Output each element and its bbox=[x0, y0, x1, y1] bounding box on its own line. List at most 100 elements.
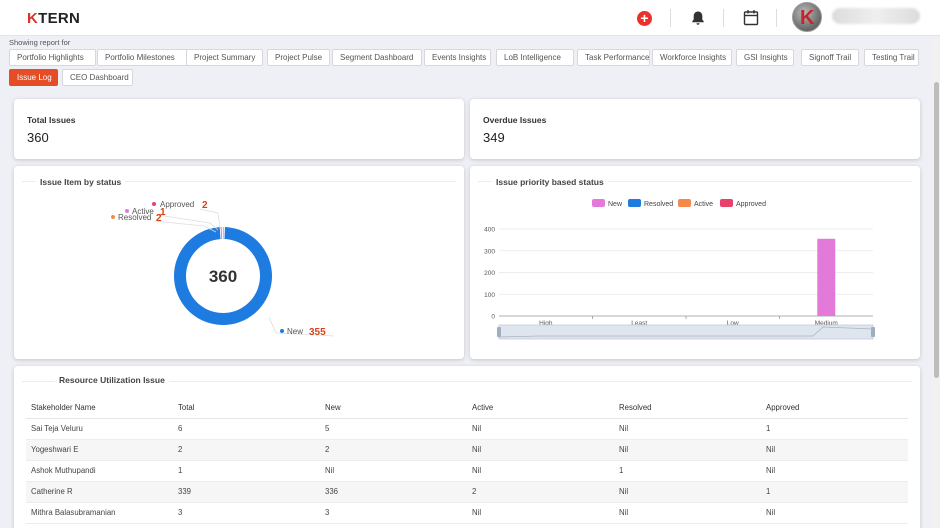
table-cell: Nil bbox=[467, 502, 614, 524]
table-cell: Nil bbox=[761, 460, 908, 482]
legend-dot-new bbox=[280, 329, 284, 333]
avatar[interactable]: K bbox=[792, 2, 822, 32]
divider bbox=[776, 9, 777, 27]
table-cell: Nil bbox=[614, 481, 761, 503]
overdue-issues-value: 349 bbox=[483, 130, 505, 145]
table-cell: 1 bbox=[761, 418, 908, 440]
table-cell: 339 bbox=[173, 481, 320, 503]
table-cell: 2 bbox=[173, 439, 320, 461]
priority-status-title: Issue priority based status bbox=[492, 177, 608, 187]
column-header[interactable]: Stakeholder Name bbox=[26, 397, 173, 419]
total-issues-label: Total Issues bbox=[27, 115, 76, 125]
tab-segment-dashboard[interactable]: Segment Dashboard bbox=[332, 49, 422, 66]
table-cell: Nil bbox=[467, 418, 614, 440]
table-cell: Nil bbox=[467, 439, 614, 461]
table-cell: Nil bbox=[614, 502, 761, 524]
donut-center-value: 360 bbox=[209, 267, 237, 286]
top-bar: KTERN + K bbox=[0, 0, 940, 36]
add-button[interactable]: + bbox=[637, 11, 652, 26]
donut-value-resolved: 2 bbox=[156, 213, 162, 224]
total-issues-card: Total Issues 360 bbox=[14, 99, 464, 159]
bar-new-medium[interactable] bbox=[817, 238, 836, 316]
scrollbar-thumb[interactable] bbox=[934, 82, 939, 378]
priority-status-card: Issue priority based status New Resolved A… bbox=[470, 166, 920, 359]
column-header[interactable]: New bbox=[320, 397, 467, 419]
tab-portfolio-milestones[interactable]: Portfolio Milestones bbox=[97, 49, 188, 66]
table-cell: Catherine R bbox=[26, 481, 173, 503]
y-tick-label: 100 bbox=[484, 292, 495, 299]
divider bbox=[670, 9, 671, 27]
y-tick-label: 400 bbox=[484, 227, 495, 234]
tab-gsi-insights[interactable]: GSI Insights bbox=[736, 49, 794, 66]
y-tick-label: 0 bbox=[491, 314, 495, 321]
table-cell: Nil bbox=[614, 418, 761, 440]
column-header[interactable]: Resolved bbox=[614, 397, 761, 419]
tab-workforce-insights[interactable]: Workforce Insights bbox=[652, 49, 732, 66]
tab-lob-intelligence[interactable]: LoB Intelligence bbox=[496, 49, 574, 66]
donut-slice-approved[interactable] bbox=[220, 227, 222, 240]
donut-value-approved: 2 bbox=[202, 200, 208, 211]
table-cell: Yogeshwari E bbox=[26, 439, 173, 461]
donut-value-new: 355 bbox=[309, 327, 326, 338]
tab-ceo-dashboard[interactable]: CEO Dashboard bbox=[62, 69, 133, 86]
tab-signoff-trail[interactable]: Signoff Trail bbox=[801, 49, 859, 66]
table-cell: Sai Teja Veluru bbox=[26, 418, 173, 440]
tab-issue-log[interactable]: Issue Log bbox=[9, 69, 58, 86]
table-cell: Ashok Muthupandi bbox=[26, 460, 173, 482]
tab-events-insights[interactable]: Events Insights bbox=[424, 49, 491, 66]
table-cell: Nil bbox=[467, 460, 614, 482]
table-row[interactable]: Catherine R 339 336 2 Nil 1 bbox=[26, 481, 908, 503]
table-row[interactable]: Mithra Balasubramanian 3 3 Nil Nil Nil bbox=[26, 502, 908, 524]
table-cell: Nil bbox=[614, 439, 761, 461]
tab-testing-trail[interactable]: Testing Trail bbox=[864, 49, 919, 66]
status-donut-chart: 360New 355Approved 2Active 1Resolved 2 bbox=[111, 200, 335, 338]
bell-icon[interactable] bbox=[690, 10, 706, 26]
label-leader-line bbox=[199, 208, 221, 229]
column-header[interactable]: Approved bbox=[761, 397, 908, 419]
tab-project-summary[interactable]: Project Summary bbox=[186, 49, 263, 66]
resource-utilization-title: Resource Utilization Issue bbox=[55, 375, 169, 385]
ktern-logo[interactable]: KTERN bbox=[27, 10, 80, 27]
table-cell: 6 bbox=[173, 418, 320, 440]
report-label: Showing report for bbox=[9, 38, 71, 47]
calendar-icon[interactable] bbox=[743, 9, 759, 26]
zoom-handle-left[interactable] bbox=[497, 327, 501, 337]
y-tick-label: 200 bbox=[484, 270, 495, 277]
overdue-issues-label: Overdue Issues bbox=[483, 115, 547, 125]
overdue-issues-card: Overdue Issues 349 bbox=[470, 99, 920, 159]
table-cell: Mithra Balasubramanian bbox=[26, 502, 173, 524]
column-header[interactable]: Active bbox=[467, 397, 614, 419]
tab-portfolio-highlights[interactable]: Portfolio Highlights bbox=[9, 49, 96, 66]
table-row[interactable]: Ashok Muthupandi 1 Nil Nil 1 Nil bbox=[26, 460, 908, 482]
legend-dot-resolved bbox=[111, 215, 115, 219]
tab-task-performance[interactable]: Task Performance bbox=[577, 49, 650, 66]
donut-label-resolved: Resolved bbox=[118, 213, 151, 222]
table-cell: 3 bbox=[173, 502, 320, 524]
table-cell: Nil bbox=[761, 439, 908, 461]
table-cell: 2 bbox=[320, 439, 467, 461]
donut-label-new: New bbox=[287, 327, 303, 336]
issue-status-title: Issue Item by status bbox=[36, 177, 126, 187]
priority-bar-chart: 0100200300400High Least Low Medium bbox=[484, 227, 875, 340]
table-cell: 1 bbox=[614, 460, 761, 482]
legend-dot-approved bbox=[152, 202, 156, 206]
divider bbox=[723, 9, 724, 27]
table-cell: 1 bbox=[761, 481, 908, 503]
column-header[interactable]: Total bbox=[173, 397, 320, 419]
table-cell: 1 bbox=[173, 460, 320, 482]
table-cell: Nil bbox=[761, 502, 908, 524]
resource-utilization-table: Stakeholder Name Total New Active Resolved Ap… bbox=[26, 397, 908, 524]
issue-status-card: Issue Item by status 360 New 355 Approved 2 A… bbox=[14, 166, 464, 359]
user-name-redacted bbox=[832, 8, 920, 24]
table-cell: 2 bbox=[467, 481, 614, 503]
table-row[interactable]: Yogeshwari E 2 2 Nil Nil Nil bbox=[26, 439, 908, 461]
tab-project-pulse[interactable]: Project Pulse bbox=[267, 49, 330, 66]
donut-slice-resolved[interactable] bbox=[223, 227, 224, 240]
zoom-handle-right[interactable] bbox=[871, 327, 875, 337]
table-cell: Nil bbox=[320, 460, 467, 482]
table-cell: 336 bbox=[320, 481, 467, 503]
y-tick-label: 300 bbox=[484, 248, 495, 255]
table-row[interactable]: Sai Teja Veluru 6 5 Nil Nil 1 bbox=[26, 418, 908, 440]
table-cell: 3 bbox=[320, 502, 467, 524]
table-header-row: Stakeholder Name Total New Active Resolved Ap… bbox=[26, 397, 908, 419]
